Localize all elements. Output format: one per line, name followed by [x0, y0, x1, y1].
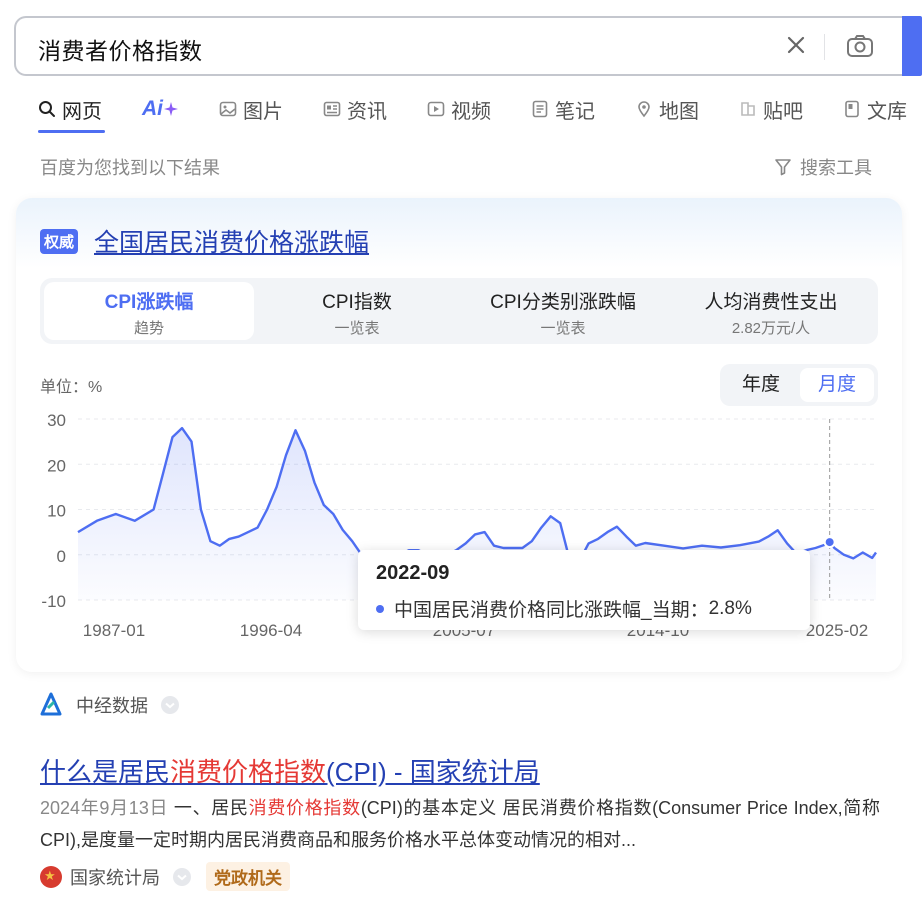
- title-text: (CPI) - 国家统计局: [326, 757, 540, 787]
- divider: [824, 34, 825, 60]
- snippet-text: 一、居民: [168, 798, 249, 818]
- tab-webpage[interactable]: 网页: [38, 94, 102, 124]
- tooltip-row: 中国居民消费价格同比涨跌幅_当期： 2.8%: [376, 595, 752, 622]
- x-tick-label: 1996-04: [240, 621, 302, 640]
- source-row: 国家统计局 党政机关: [40, 862, 290, 891]
- video-icon: [427, 101, 445, 117]
- note-icon: [532, 100, 548, 118]
- result-count: 百度为您找到以下结果: [40, 158, 220, 178]
- tab-label: 视频: [451, 100, 491, 123]
- search-icon: [39, 101, 55, 117]
- news-icon: [323, 101, 341, 117]
- y-tick-label: 30: [47, 411, 66, 430]
- tab-label: 资讯: [347, 100, 387, 123]
- result-title[interactable]: 什么是居民消费价格指数(CPI) - 国家统计局: [40, 752, 540, 789]
- tab-label: 地图: [659, 100, 699, 123]
- filter-icon: [775, 159, 791, 176]
- image-icon: [219, 101, 237, 117]
- search-tools-label: 搜索工具: [800, 158, 872, 178]
- title-text: 什么是居民: [40, 757, 171, 787]
- source-name[interactable]: 中经数据: [76, 692, 148, 718]
- x-tick-label: 2025-02: [806, 621, 868, 640]
- source-row: 中经数据: [40, 692, 180, 718]
- chevron-down-icon[interactable]: [172, 867, 192, 887]
- search-box[interactable]: 消费者价格指数: [14, 16, 910, 76]
- result-snippet: 2024年9月13日 一、居民消费价格指数(CPI)的基本定义 居民消费价格指数…: [40, 792, 880, 856]
- cpi-card: 权威 全国居民消费价格涨跌幅 CPI涨跌幅 趋势 CPI指数 一览表 CPI分类…: [16, 198, 902, 672]
- result-date: 2024年9月13日: [40, 798, 169, 818]
- doc-icon: [845, 100, 859, 118]
- tooltip-date: 2022-09: [376, 562, 450, 584]
- tab-label: 笔记: [555, 100, 595, 123]
- y-tick-label: 10: [47, 502, 66, 521]
- close-icon[interactable]: [784, 33, 808, 57]
- search-tabs: 网页 Ai 图片 资讯 视频 笔记 地图 贴吧 文库: [38, 94, 922, 124]
- tab-docs[interactable]: 文库: [843, 94, 907, 124]
- search-button[interactable]: [902, 16, 922, 76]
- x-tick-label: 1987-01: [83, 621, 145, 640]
- tieba-icon: [741, 102, 755, 116]
- zhongjing-logo-icon: [40, 692, 62, 716]
- tab-news[interactable]: 资讯: [323, 94, 387, 124]
- highlight-point: [823, 536, 836, 549]
- tab-label: 网页: [62, 100, 102, 123]
- active-tab-indicator: [38, 130, 105, 133]
- map-icon: [638, 101, 650, 118]
- tab-label: 图片: [243, 100, 283, 123]
- tab-tieba[interactable]: 贴吧: [739, 94, 803, 124]
- tab-video[interactable]: 视频: [427, 94, 491, 124]
- chart-tooltip: 2022-09 中国居民消费价格同比涨跌幅_当期： 2.8%: [358, 550, 810, 630]
- national-emblem-icon: [40, 865, 62, 888]
- tooltip-value: 2.8%: [708, 597, 752, 619]
- y-tick-label: 0: [57, 547, 66, 566]
- tab-notes[interactable]: 笔记: [531, 94, 595, 124]
- ai-icon: Ai: [142, 97, 163, 120]
- tab-map[interactable]: 地图: [635, 94, 699, 124]
- tooltip-series: 中国居民消费价格同比涨跌幅_当期：: [394, 600, 709, 621]
- tab-images[interactable]: 图片: [219, 94, 283, 124]
- y-tick-label: 20: [47, 456, 66, 475]
- source-name[interactable]: 国家统计局: [70, 864, 160, 890]
- tab-label: 文库: [867, 100, 907, 123]
- search-input[interactable]: 消费者价格指数: [38, 32, 203, 66]
- sparkle-icon: [164, 102, 178, 116]
- tab-ai[interactable]: Ai: [142, 94, 179, 124]
- camera-icon[interactable]: [844, 30, 876, 62]
- tab-label: 贴吧: [763, 100, 803, 123]
- gov-badge: 党政机关: [206, 862, 290, 891]
- series-dot: [376, 604, 384, 613]
- title-highlight: 消费价格指数: [170, 757, 327, 787]
- y-tick-label: -10: [41, 592, 66, 611]
- chevron-down-icon[interactable]: [160, 695, 180, 715]
- snippet-highlight: 消费价格指数: [248, 798, 361, 818]
- search-tools-button[interactable]: 搜索工具: [774, 154, 872, 180]
